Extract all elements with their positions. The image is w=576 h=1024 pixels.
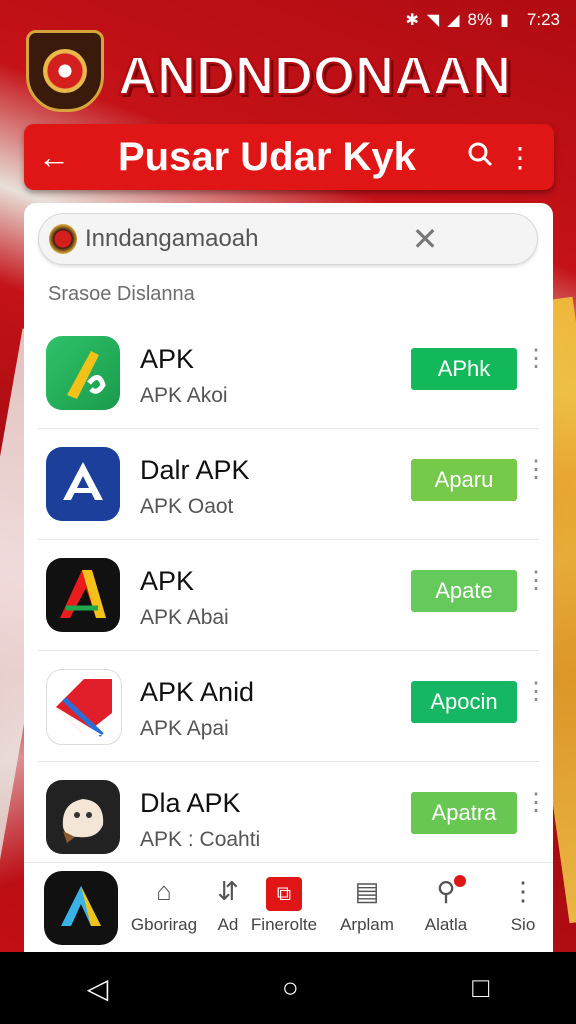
app-name: APK bbox=[140, 344, 195, 374]
notification-dot bbox=[454, 875, 466, 887]
install-button[interactable]: Apocin bbox=[411, 681, 517, 723]
search-bar[interactable]: Inndangamaoah ✕ bbox=[38, 213, 538, 265]
bookmark-icon: ⧉ bbox=[248, 873, 320, 911]
search-input[interactable]: Inndangamaoah bbox=[85, 225, 403, 253]
app-subtitle: APK Oaot bbox=[140, 495, 234, 518]
list-item[interactable]: Dla APK APK : Coahti Apatra ⋮ bbox=[38, 762, 548, 872]
app-bar: ← Pusar Udar Kyk ⋮ bbox=[24, 124, 554, 190]
document-icon: ▤ bbox=[354, 876, 380, 906]
list-item[interactable]: Dalr APK APK Oaot Aparu ⋮ bbox=[38, 429, 548, 540]
more-icon[interactable]: ⋮ bbox=[524, 455, 548, 484]
signal-icon: ◢ bbox=[447, 12, 460, 29]
install-button[interactable]: Apatra bbox=[411, 792, 517, 834]
battery-icon: ▮ bbox=[500, 12, 509, 29]
system-nav-bar: ◁ ○ □ bbox=[0, 952, 576, 1024]
more-icon: ⋮ bbox=[510, 876, 536, 906]
main-card: Inndangamaoah ✕ Srasoe Dislanna APK APK … bbox=[24, 203, 553, 951]
section-title: Srasoe Dislanna bbox=[48, 283, 195, 305]
app-name: Dla APK bbox=[140, 788, 241, 818]
more-icon[interactable]: ⋮ bbox=[524, 677, 548, 706]
list-item[interactable]: APK APK Abai Apate ⋮ bbox=[38, 540, 548, 651]
nav-item-finerolte[interactable]: ⧉ Finerolte bbox=[248, 873, 320, 935]
app-icon bbox=[46, 447, 120, 521]
back-arrow-icon[interactable]: ← bbox=[38, 124, 88, 190]
emblem-logo bbox=[26, 30, 104, 112]
app-name: Dalr APK bbox=[140, 455, 250, 485]
app-subtitle: APK Apai bbox=[140, 717, 229, 740]
search-icon[interactable] bbox=[460, 141, 500, 174]
more-icon[interactable]: ⋮ bbox=[524, 566, 548, 595]
battery-percent: 8% bbox=[467, 10, 493, 29]
list-item[interactable]: APK Anid APK Apai Apocin ⋮ bbox=[38, 651, 548, 762]
nav-item-alatla[interactable]: ⚲ Alatla bbox=[416, 873, 476, 935]
app-icon bbox=[46, 669, 122, 745]
brand-title: ANDNDONAAN bbox=[117, 45, 512, 107]
install-button[interactable]: Aparu bbox=[411, 459, 517, 501]
more-icon[interactable]: ⋮ bbox=[524, 788, 548, 817]
app-name: APK bbox=[140, 566, 195, 596]
app-icon bbox=[46, 558, 120, 632]
nav-item-arplam[interactable]: ▤ Arplam bbox=[332, 873, 402, 935]
app-icon bbox=[46, 336, 120, 410]
page-title: Pusar Udar Kyk bbox=[118, 134, 416, 179]
install-button[interactable]: Apate bbox=[411, 570, 517, 612]
app-subtitle: APK Abai bbox=[140, 606, 229, 629]
install-button[interactable]: APhk bbox=[411, 348, 517, 390]
nav-item-sio[interactable]: ⋮ Sio bbox=[498, 873, 548, 935]
app-icon bbox=[46, 780, 120, 854]
clock: 7:23 bbox=[526, 10, 560, 29]
bluetooth-icon: ✱ bbox=[405, 12, 419, 29]
overflow-menu-icon[interactable]: ⋮ bbox=[500, 141, 540, 174]
app-list: APK APK Akoi APhk ⋮ Dalr APK APK Oaot Ap… bbox=[24, 318, 553, 872]
emblem-icon bbox=[49, 224, 77, 254]
clear-icon[interactable]: ✕ bbox=[403, 220, 447, 258]
list-item[interactable]: APK APK Akoi APhk ⋮ bbox=[38, 318, 548, 429]
download-icon: ⇵ bbox=[217, 876, 239, 906]
back-triangle-icon[interactable]: ◁ bbox=[87, 972, 109, 1005]
home-circle-icon[interactable]: ○ bbox=[282, 972, 299, 1004]
app-name: APK Anid bbox=[140, 677, 255, 707]
wifi-icon: ◥ bbox=[426, 12, 440, 29]
app-logo[interactable] bbox=[44, 871, 118, 945]
nav-item-gborirag[interactable]: ⌂ Gborirag bbox=[124, 873, 204, 935]
user-icon: ⚲ bbox=[436, 876, 456, 906]
bottom-nav: ⌂ Gborirag ⇵ Ad ⧉ Finerolte ▤ Arplam ⚲ A… bbox=[24, 862, 553, 953]
app-subtitle: APK Akoi bbox=[140, 384, 228, 407]
app-subtitle: APK : Coahti bbox=[140, 828, 261, 851]
nav-item-ad[interactable]: ⇵ Ad bbox=[210, 873, 246, 935]
recents-square-icon[interactable]: □ bbox=[472, 972, 489, 1004]
more-icon[interactable]: ⋮ bbox=[524, 344, 548, 373]
bag-icon: ⌂ bbox=[156, 876, 172, 906]
